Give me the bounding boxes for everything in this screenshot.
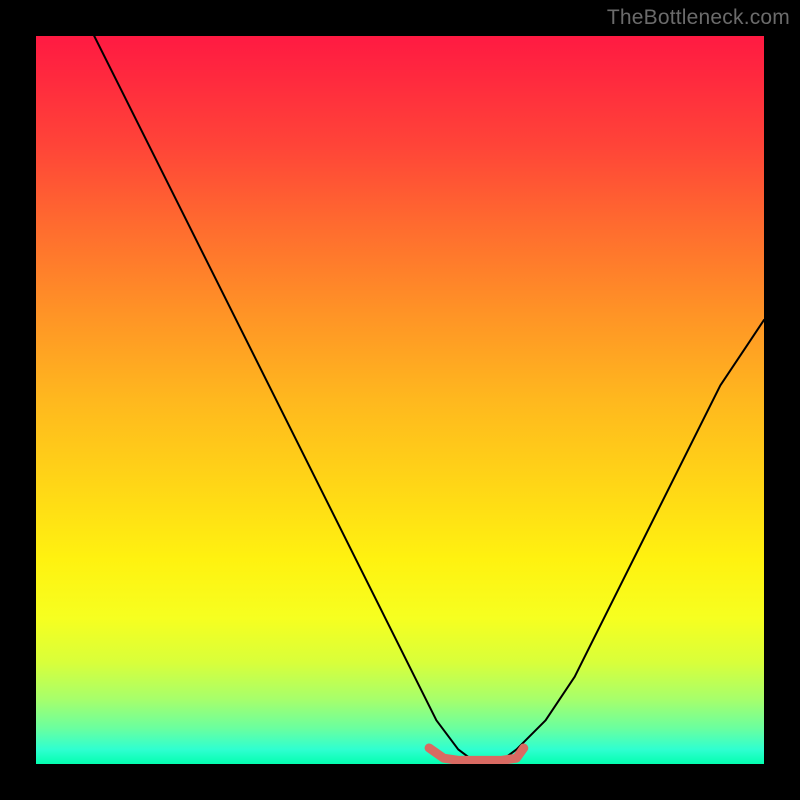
plot-area — [36, 36, 764, 764]
watermark-text: TheBottleneck.com — [607, 6, 790, 30]
bottleneck-curve — [94, 36, 764, 760]
chart-svg — [36, 36, 764, 764]
chart-frame: TheBottleneck.com — [0, 0, 800, 800]
